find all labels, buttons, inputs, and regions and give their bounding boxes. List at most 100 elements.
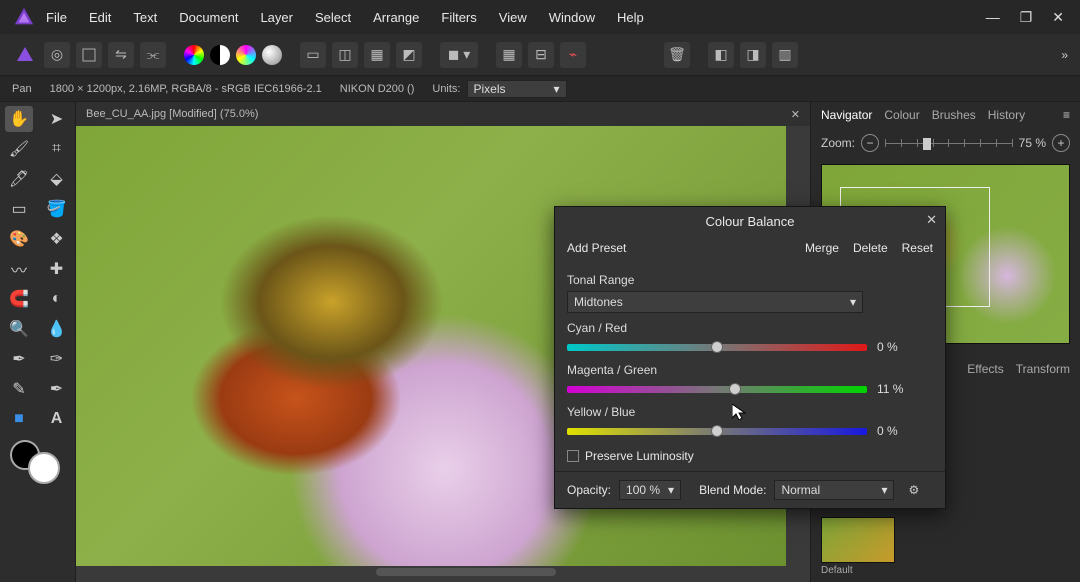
zoom-in-button[interactable]: + bbox=[1052, 134, 1070, 152]
pencil-tool-icon[interactable]: ✎ bbox=[5, 376, 33, 402]
background-swatch[interactable] bbox=[28, 452, 60, 484]
tab-history[interactable]: History bbox=[988, 108, 1025, 122]
horizontal-scrollbar[interactable] bbox=[376, 568, 556, 576]
slider-yellow-blue[interactable] bbox=[567, 423, 867, 439]
menu-help[interactable]: Help bbox=[617, 10, 644, 25]
zoom-slider[interactable] bbox=[885, 136, 1013, 150]
reset-button[interactable]: Reset bbox=[902, 241, 933, 255]
crop-tool-icon[interactable]: ⌗ bbox=[43, 136, 71, 162]
units-label: Units: bbox=[432, 83, 460, 95]
move-tool-icon[interactable]: ➤ bbox=[43, 106, 71, 132]
document-tab-close-icon[interactable]: ✕ bbox=[791, 108, 800, 121]
image-dimensions: 1800 × 1200px, 2.16MP, RGBA/8 - sRGB IEC… bbox=[50, 83, 322, 95]
preset-thumb[interactable] bbox=[821, 517, 895, 563]
flood-tool-icon[interactable]: ⬙ bbox=[43, 166, 71, 192]
panel-menu-icon[interactable]: ≡ bbox=[1063, 108, 1070, 122]
blend-mode-value: Normal bbox=[781, 483, 820, 497]
minimize-icon[interactable]: — bbox=[986, 9, 1000, 26]
paint-tool-icon[interactable]: 🖊 bbox=[5, 166, 33, 192]
swap-icon[interactable]: ◼ ▾ bbox=[440, 42, 478, 68]
shape-tool-icon[interactable]: ■ bbox=[5, 406, 33, 432]
persona-liquify-icon[interactable]: ◎ bbox=[44, 42, 70, 68]
marquee-rect-icon[interactable]: ▭ bbox=[300, 42, 326, 68]
menu-filters[interactable]: Filters bbox=[441, 10, 476, 25]
slider-value-yb: 0 % bbox=[877, 424, 925, 438]
color-swatches[interactable] bbox=[10, 440, 70, 486]
dodge-tool-icon[interactable]: ◐ bbox=[43, 286, 71, 312]
snap-icon[interactable]: ⌁ bbox=[560, 42, 586, 68]
menu-view[interactable]: View bbox=[499, 10, 527, 25]
smudge-tool-icon[interactable]: 〰 bbox=[5, 256, 33, 282]
menu-window[interactable]: Window bbox=[549, 10, 595, 25]
arrange-front-icon[interactable]: ◧ bbox=[708, 42, 734, 68]
menu-file[interactable]: File bbox=[46, 10, 67, 25]
delete-button[interactable]: Delete bbox=[853, 241, 888, 255]
dialog-close-icon[interactable]: ✕ bbox=[926, 212, 937, 228]
units-select[interactable]: Pixels▾ bbox=[467, 80, 567, 98]
menu-edit[interactable]: Edit bbox=[89, 10, 111, 25]
toolbar-overflow-icon[interactable]: » bbox=[1061, 48, 1068, 62]
dialog-footer: Opacity: 100 %▾ Blend Mode: Normal▾ ⚙ bbox=[555, 471, 945, 508]
grid-icon[interactable]: ▦ bbox=[496, 42, 522, 68]
add-preset-button[interactable]: Add Preset bbox=[567, 241, 626, 255]
zoom-tool-icon[interactable]: 🔍 bbox=[5, 316, 33, 342]
bucket-tool-icon[interactable]: 🪣 bbox=[43, 196, 71, 222]
menu-select[interactable]: Select bbox=[315, 10, 351, 25]
dialog-title: Colour Balance bbox=[706, 214, 795, 229]
magnet-tool-icon[interactable]: 🧲 bbox=[5, 286, 33, 312]
tab-colour[interactable]: Colour bbox=[884, 108, 919, 122]
tab-brushes[interactable]: Brushes bbox=[932, 108, 976, 122]
nib-tool-icon[interactable]: ✒ bbox=[43, 376, 71, 402]
tools-column-2: ➤ ⌗ ⬙ 🪣 ❖ ✚ ◐ 💧 ✑ ✒ A bbox=[38, 102, 76, 582]
persona-tone-icon[interactable]: ⇋ bbox=[108, 42, 134, 68]
text-tool-icon[interactable]: A bbox=[43, 406, 71, 432]
blend-mode-select[interactable]: Normal▾ bbox=[774, 480, 894, 500]
pen-tool-icon[interactable]: ✒ bbox=[5, 346, 33, 372]
hand-tool-icon[interactable]: ✋ bbox=[5, 106, 33, 132]
tab-effects[interactable]: Effects bbox=[967, 362, 1003, 376]
context-bar: Pan 1800 × 1200px, 2.16MP, RGBA/8 - sRGB… bbox=[0, 76, 1080, 102]
color-wheel-icon[interactable] bbox=[184, 45, 204, 65]
zoom-value: 75 % bbox=[1019, 136, 1046, 150]
clone-tool-icon[interactable]: ❖ bbox=[43, 226, 71, 252]
zoom-label: Zoom: bbox=[821, 136, 855, 150]
slider-cyan-red[interactable] bbox=[567, 339, 867, 355]
marquee-tool-icon[interactable]: ▭ bbox=[5, 196, 33, 222]
preset-thumb-label: Default bbox=[821, 565, 1070, 576]
align-icon[interactable]: ⊟ bbox=[528, 42, 554, 68]
trash-icon[interactable]: 🗑 bbox=[664, 42, 690, 68]
eyedropper-tool-icon[interactable]: 💧 bbox=[43, 316, 71, 342]
brush-tool-icon[interactable]: 🖌 bbox=[5, 136, 33, 162]
hue-icon[interactable] bbox=[236, 45, 256, 65]
menu-text[interactable]: Text bbox=[133, 10, 157, 25]
shade-icon[interactable] bbox=[262, 45, 282, 65]
quick-mask-icon[interactable]: ▦ bbox=[364, 42, 390, 68]
maximize-icon[interactable]: ❐ bbox=[1020, 9, 1033, 26]
menu-arrange[interactable]: Arrange bbox=[373, 10, 419, 25]
palette-tool-icon[interactable]: 🎨 bbox=[5, 226, 33, 252]
tab-transform[interactable]: Transform bbox=[1016, 362, 1070, 376]
tonal-range-select[interactable]: Midtones ▾ bbox=[567, 291, 863, 313]
document-tab[interactable]: Bee_CU_AA.jpg [Modified] (75.0%) ✕ bbox=[76, 102, 810, 126]
menu-document[interactable]: Document bbox=[179, 10, 238, 25]
vector-tool-icon[interactable]: ✑ bbox=[43, 346, 71, 372]
preserve-luminosity-checkbox[interactable]: Preserve Luminosity bbox=[567, 449, 933, 463]
zoom-out-button[interactable]: − bbox=[861, 134, 879, 152]
persona-photo-icon[interactable] bbox=[12, 42, 38, 68]
opacity-select[interactable]: 100 %▾ bbox=[619, 480, 681, 500]
persona-develop-icon[interactable] bbox=[76, 42, 102, 68]
slider-magenta-green[interactable] bbox=[567, 381, 867, 397]
tab-navigator[interactable]: Navigator bbox=[821, 108, 872, 122]
close-icon[interactable]: ✕ bbox=[1052, 9, 1064, 26]
contrast-icon[interactable] bbox=[210, 45, 230, 65]
dialog-titlebar[interactable]: Colour Balance ✕ bbox=[555, 207, 945, 235]
merge-button[interactable]: Merge bbox=[805, 241, 839, 255]
arrange-back-icon[interactable]: ◨ bbox=[740, 42, 766, 68]
gear-icon[interactable]: ⚙ bbox=[908, 483, 919, 497]
menu-layer[interactable]: Layer bbox=[260, 10, 293, 25]
marquee-square-icon[interactable]: ◫ bbox=[332, 42, 358, 68]
arrange-group-icon[interactable]: ▥ bbox=[772, 42, 798, 68]
refine-icon[interactable]: ◩ bbox=[396, 42, 422, 68]
persona-export-icon[interactable]: ⫘ bbox=[140, 42, 166, 68]
heal-tool-icon[interactable]: ✚ bbox=[43, 256, 71, 282]
